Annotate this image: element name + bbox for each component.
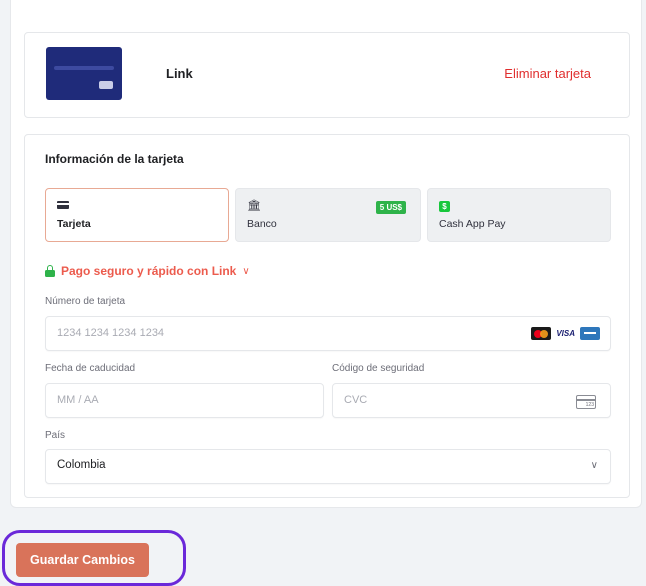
tab-card[interactable]: Tarjeta xyxy=(45,188,229,242)
cvc-card-icon: 123 xyxy=(576,395,596,409)
country-select[interactable]: Colombia xyxy=(57,459,565,471)
expiry-label: Fecha de caducidad xyxy=(45,363,136,374)
credit-card-icon xyxy=(57,201,69,212)
card-number-field[interactable]: VISA xyxy=(45,316,611,351)
card-thumbnail-icon xyxy=(46,47,122,100)
cvc-label: Código de seguridad xyxy=(332,363,425,374)
bank-icon: 🏛 xyxy=(247,200,261,212)
mastercard-icon xyxy=(531,327,552,340)
tab-card-label: Tarjeta xyxy=(57,218,91,230)
tab-bank[interactable]: 🏛 Banco 5 US$ xyxy=(235,188,421,242)
country-label: País xyxy=(45,430,66,441)
expiry-input[interactable] xyxy=(57,394,251,406)
cash-app-icon: $ xyxy=(439,201,450,212)
lock-icon xyxy=(45,265,55,277)
country-select-field[interactable]: Colombia ∨ xyxy=(45,449,611,484)
link-prompt-text: Pago seguro y rápido con Link xyxy=(61,264,237,278)
saved-card-name: Link xyxy=(166,66,193,81)
saved-card: Link Eliminar tarjeta xyxy=(24,32,630,118)
tab-bank-label: Banco xyxy=(247,218,277,230)
save-changes-button[interactable]: Guardar Cambios xyxy=(16,543,149,577)
chevron-down-icon: ∨ xyxy=(242,265,250,277)
bank-bonus-badge: 5 US$ xyxy=(375,201,406,214)
tab-cash-app-label: Cash App Pay xyxy=(439,218,506,230)
link-secure-pay-toggle[interactable]: Pago seguro y rápido con Link ∨ xyxy=(45,264,250,278)
tab-cash-app[interactable]: $ Cash App Pay xyxy=(427,188,611,242)
card-brand-logos: VISA xyxy=(531,327,600,340)
card-number-label: Número de tarjeta xyxy=(45,296,126,307)
chevron-down-icon: ∨ xyxy=(590,460,598,471)
cvc-field[interactable]: 123 xyxy=(332,383,611,418)
visa-icon: VISA xyxy=(556,329,575,338)
form-title: Información de la tarjeta xyxy=(45,152,184,166)
card-number-input[interactable] xyxy=(57,327,452,339)
remove-card-link[interactable]: Eliminar tarjeta xyxy=(504,66,591,81)
card-info-form: Información de la tarjeta Tarjeta 🏛 Banc… xyxy=(24,134,630,498)
amex-icon xyxy=(580,327,600,340)
cvc-input[interactable] xyxy=(344,394,538,406)
expiry-field[interactable] xyxy=(45,383,324,418)
